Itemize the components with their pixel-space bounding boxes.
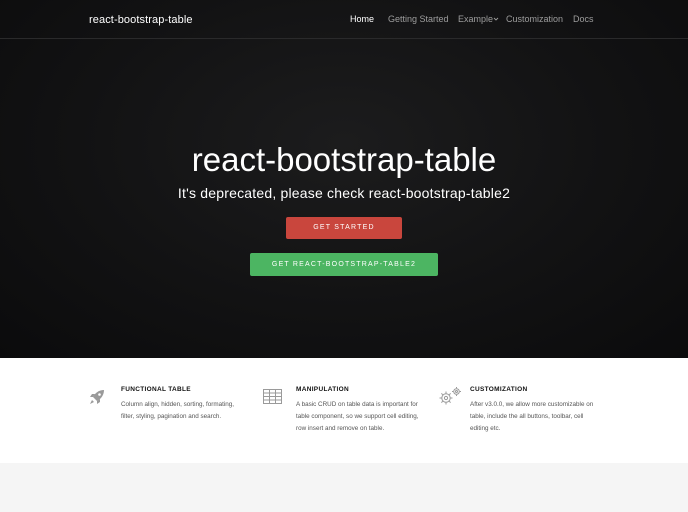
- nav-item-getting-started[interactable]: Getting Started: [388, 14, 449, 24]
- navbar: react-bootstrap-table Home Getting Start…: [0, 0, 688, 39]
- feature-title: CUSTOMIZATION: [470, 386, 528, 393]
- get-table2-button[interactable]: GET REACT-BOOTSTRAP-TABLE2: [250, 253, 438, 276]
- brand-link[interactable]: react-bootstrap-table: [89, 14, 193, 26]
- nav-item-example[interactable]: Example: [458, 14, 493, 24]
- feature-description: After v3.0.0, we allow more customizable…: [470, 401, 594, 432]
- hero-section: react-bootstrap-table Home Getting Start…: [0, 0, 688, 358]
- nav-item-docs[interactable]: Docs: [573, 14, 594, 24]
- features-section: FUNCTIONAL TABLE Column align, hidden, s…: [0, 358, 688, 463]
- table-grid-icon: [263, 389, 282, 404]
- gears-icon: [439, 387, 461, 405]
- feature-title: FUNCTIONAL TABLE: [121, 386, 191, 393]
- hero-title: react-bootstrap-table: [191, 141, 497, 178]
- nav-item-customization[interactable]: Customization: [506, 14, 563, 24]
- feature-description: A basic CRUD on table data is important …: [296, 401, 419, 432]
- get-started-button[interactable]: GET STARTED: [286, 217, 402, 239]
- nav-item-home[interactable]: Home: [350, 14, 374, 24]
- footer-area: [0, 463, 688, 512]
- hero-subtitle: It's deprecated, please check react-boot…: [177, 185, 511, 201]
- rocket-icon: [90, 390, 104, 404]
- feature-title: MANIPULATION: [296, 386, 349, 393]
- feature-description: Column align, hidden, sorting, formating…: [121, 401, 235, 420]
- chevron-down-icon[interactable]: [493, 16, 499, 22]
